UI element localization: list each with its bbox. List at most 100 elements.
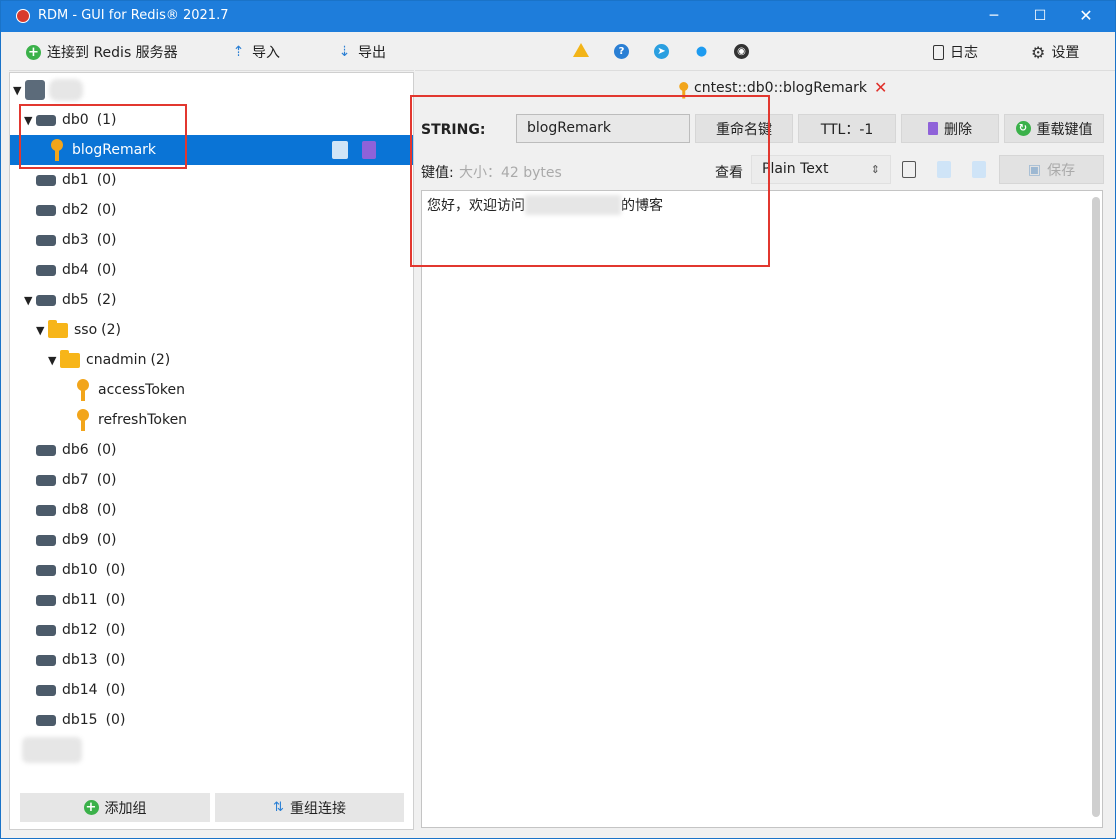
add-circle-icon: +	[83, 800, 99, 815]
db-row-db10[interactable]: db10 (0)	[10, 555, 413, 585]
telegram-icon[interactable]: ➤	[654, 44, 669, 59]
reload-key-button[interactable]: ↻ 重载键值	[1004, 114, 1104, 143]
copy-icon[interactable]	[902, 161, 916, 178]
right-toolbar: ? ➤ ● ◉ 日志 ⚙ 设置	[415, 33, 1115, 71]
view-mode-value: Plain Text	[762, 161, 829, 177]
db-count: (0)	[96, 532, 117, 548]
database-icon	[36, 684, 56, 696]
reload-label: 重载键值	[1036, 121, 1093, 138]
db-row-db9[interactable]: db9 (0)	[10, 525, 413, 555]
db-name: db15	[62, 712, 98, 728]
server-row[interactable]: ▼	[10, 75, 413, 105]
db-row-db2[interactable]: db2 (0)	[10, 195, 413, 225]
export-label: 导出	[358, 45, 386, 61]
connect-server-button[interactable]: + 连接到 Redis 服务器	[26, 42, 178, 62]
delete-key-button[interactable]: 删除	[901, 114, 999, 143]
database-icon	[36, 534, 56, 546]
database-icon	[36, 204, 56, 216]
import-label: 导入	[252, 45, 280, 61]
ttl-label: TTL：-1	[820, 121, 874, 138]
add-circle-icon: +	[26, 44, 41, 60]
log-icon	[933, 44, 944, 60]
db-name: db10	[62, 562, 98, 578]
folder-row-sso[interactable]: ▼ sso (2)	[10, 315, 413, 345]
key-row-refreshtoken[interactable]: refreshToken	[10, 405, 413, 435]
db-row-db6[interactable]: db6 (0)	[10, 435, 413, 465]
export-button[interactable]: ⇣ 导出	[337, 42, 386, 62]
key-icon	[679, 81, 689, 98]
db-count: (2)	[96, 292, 117, 308]
value-scrollbar[interactable]	[1092, 197, 1100, 817]
key-row-accesstoken[interactable]: accessToken	[10, 375, 413, 405]
view-mode-select[interactable]: Plain Text ⇕	[751, 155, 891, 184]
folder-name: sso	[74, 322, 98, 338]
db-name: db4	[62, 262, 89, 278]
import-button[interactable]: ⇡ 导入	[231, 42, 280, 62]
github-icon[interactable]: ◉	[734, 44, 749, 59]
twitter-icon[interactable]: ●	[694, 44, 709, 59]
db-row-db3[interactable]: db3 (0)	[10, 225, 413, 255]
db-count: (0)	[96, 502, 117, 518]
server-row-2[interactable]	[10, 735, 413, 765]
maximize-button[interactable]: ☐	[1017, 1, 1063, 32]
collapse-arrow-icon[interactable]: ▼	[24, 114, 36, 127]
key-row-blogremark[interactable]: blogRemark	[10, 135, 413, 165]
tab-blogremark[interactable]: cntest::db0::blogRemark ✕	[677, 78, 887, 98]
title-bar: RDM - GUI for Redis® 2021.7 ─ ☐ ✕	[1, 1, 1115, 32]
db-row-db13[interactable]: db13 (0)	[10, 645, 413, 675]
db-row-db5[interactable]: ▼ db5 (2)	[10, 285, 413, 315]
collapse-arrow-icon[interactable]: ▼	[48, 354, 60, 367]
key-name: accessToken	[98, 382, 186, 398]
save-label: 保存	[1047, 162, 1076, 179]
ttl-button[interactable]: TTL：-1	[798, 114, 896, 143]
close-window-button[interactable]: ✕	[1063, 1, 1109, 32]
connect-server-label: 连接到 Redis 服务器	[47, 45, 178, 61]
db-row-db0[interactable]: ▼ db0 (1)	[10, 105, 413, 135]
rename-key-label: 重命名键	[716, 121, 772, 138]
db-row-db4[interactable]: db4 (0)	[10, 255, 413, 285]
reorder-connections-button[interactable]: ⇅ 重组连接	[215, 793, 404, 822]
reorder-label: 重组连接	[289, 800, 346, 817]
db-row-db15[interactable]: db15 (0)	[10, 705, 413, 735]
tab-bar: cntest::db0::blogRemark ✕	[415, 72, 1115, 104]
log-button[interactable]: 日志	[933, 42, 978, 62]
save-icon: ▣	[1027, 161, 1042, 178]
folder-row-cnadmin[interactable]: ▼ cnadmin (2)	[10, 345, 413, 375]
db-row-db14[interactable]: db14 (0)	[10, 675, 413, 705]
collapse-arrow-icon[interactable]: ▼	[24, 294, 36, 307]
minimize-button[interactable]: ─	[971, 1, 1017, 32]
server-icon	[25, 80, 45, 100]
updown-arrow-icon: ⇕	[870, 163, 880, 176]
db-row-db8[interactable]: db8 (0)	[10, 495, 413, 525]
db-row-db7[interactable]: db7 (0)	[10, 465, 413, 495]
settings-button[interactable]: ⚙ 设置	[1031, 42, 1079, 62]
collapse-arrow-icon[interactable]: ▼	[13, 84, 25, 97]
trash-icon[interactable]	[362, 141, 376, 159]
db-count: (1)	[96, 112, 117, 128]
view-label: 查看	[715, 165, 743, 181]
db-count: (0)	[96, 262, 117, 278]
database-icon	[36, 504, 56, 516]
key-name-input[interactable]: blogRemark	[516, 114, 690, 143]
format-json-icon[interactable]	[937, 161, 951, 178]
collapse-arrow-icon[interactable]: ▼	[36, 324, 48, 337]
rename-key-button[interactable]: 重命名键	[695, 114, 793, 143]
save-button[interactable]: ▣ 保存	[999, 155, 1104, 184]
close-tab-icon[interactable]: ✕	[874, 78, 887, 97]
warning-icon[interactable]	[573, 43, 589, 57]
db-count: (0)	[96, 202, 117, 218]
app-window: RDM - GUI for Redis® 2021.7 ─ ☐ ✕ + 连接到 …	[0, 0, 1116, 839]
help-icon[interactable]: ?	[614, 44, 629, 59]
connection-tree: ▼ ▼ db0 (1) blogRemark db1 (0) db2 (0) d…	[9, 72, 414, 830]
db-row-db12[interactable]: db12 (0)	[10, 615, 413, 645]
add-group-button[interactable]: + 添加组	[20, 793, 210, 822]
db-count: (0)	[96, 442, 117, 458]
db-row-db11[interactable]: db11 (0)	[10, 585, 413, 615]
value-editor: STRING: blogRemark 重命名键 TTL：-1 删除 ↻ 重载键值…	[415, 104, 1115, 830]
value-textarea[interactable]: 您好，欢迎访问 的博客	[421, 190, 1103, 828]
db-name: db0	[62, 112, 89, 128]
copy-key-icon[interactable]	[332, 141, 348, 159]
format-binary-icon[interactable]	[972, 161, 986, 178]
db-row-db1[interactable]: db1 (0)	[10, 165, 413, 195]
key-name: refreshToken	[98, 412, 188, 428]
